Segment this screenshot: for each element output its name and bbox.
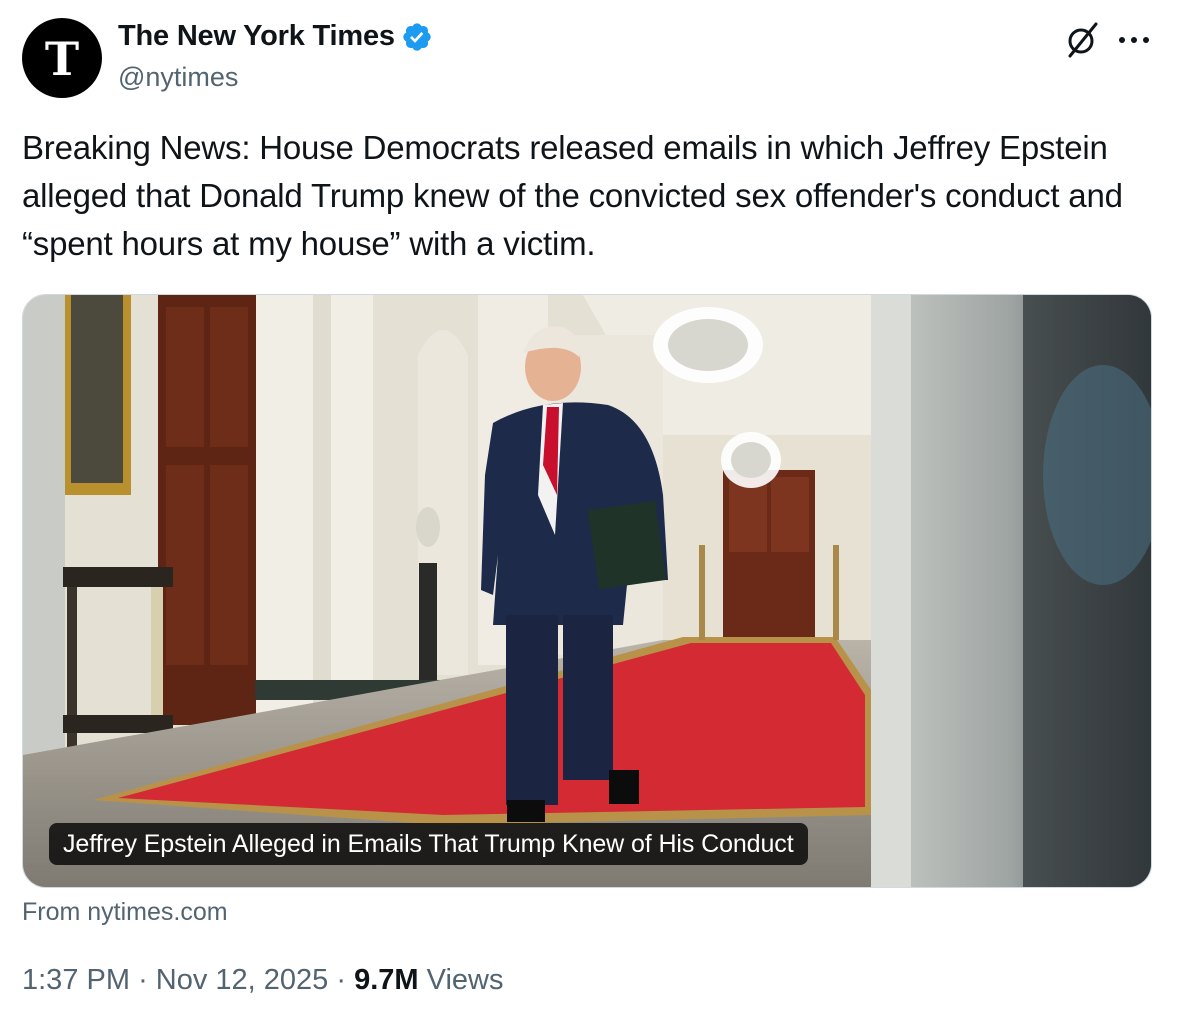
tweet-metadata: 1:37 PM · Nov 12, 2025 · 9.7M Views bbox=[22, 964, 504, 997]
more-options-icon[interactable] bbox=[1112, 20, 1156, 60]
grok-icon[interactable] bbox=[1062, 20, 1102, 60]
separator: · bbox=[138, 964, 148, 996]
card-source-link[interactable]: From nytimes.com bbox=[22, 898, 228, 927]
verified-badge-icon bbox=[403, 22, 431, 51]
views-count: 9.7M bbox=[354, 964, 419, 996]
tweet-date[interactable]: Nov 12, 2025 bbox=[156, 964, 329, 996]
card-image bbox=[23, 295, 1151, 887]
tweet-time[interactable]: 1:37 PM bbox=[22, 964, 130, 996]
nyt-logo: T bbox=[44, 32, 80, 86]
account-avatar[interactable]: T bbox=[22, 18, 102, 98]
card-title: Jeffrey Epstein Alleged in Emails That T… bbox=[49, 823, 808, 865]
views-label: Views bbox=[426, 964, 504, 996]
separator: · bbox=[336, 964, 347, 996]
account-handle[interactable]: @nytimes bbox=[118, 62, 238, 93]
display-name[interactable]: The New York Times bbox=[118, 20, 395, 53]
account-name-row: The New York Times bbox=[118, 20, 433, 53]
link-card[interactable]: Jeffrey Epstein Alleged in Emails That T… bbox=[22, 294, 1152, 888]
tweet-text: Breaking News: House Democrats released … bbox=[22, 129, 1123, 262]
